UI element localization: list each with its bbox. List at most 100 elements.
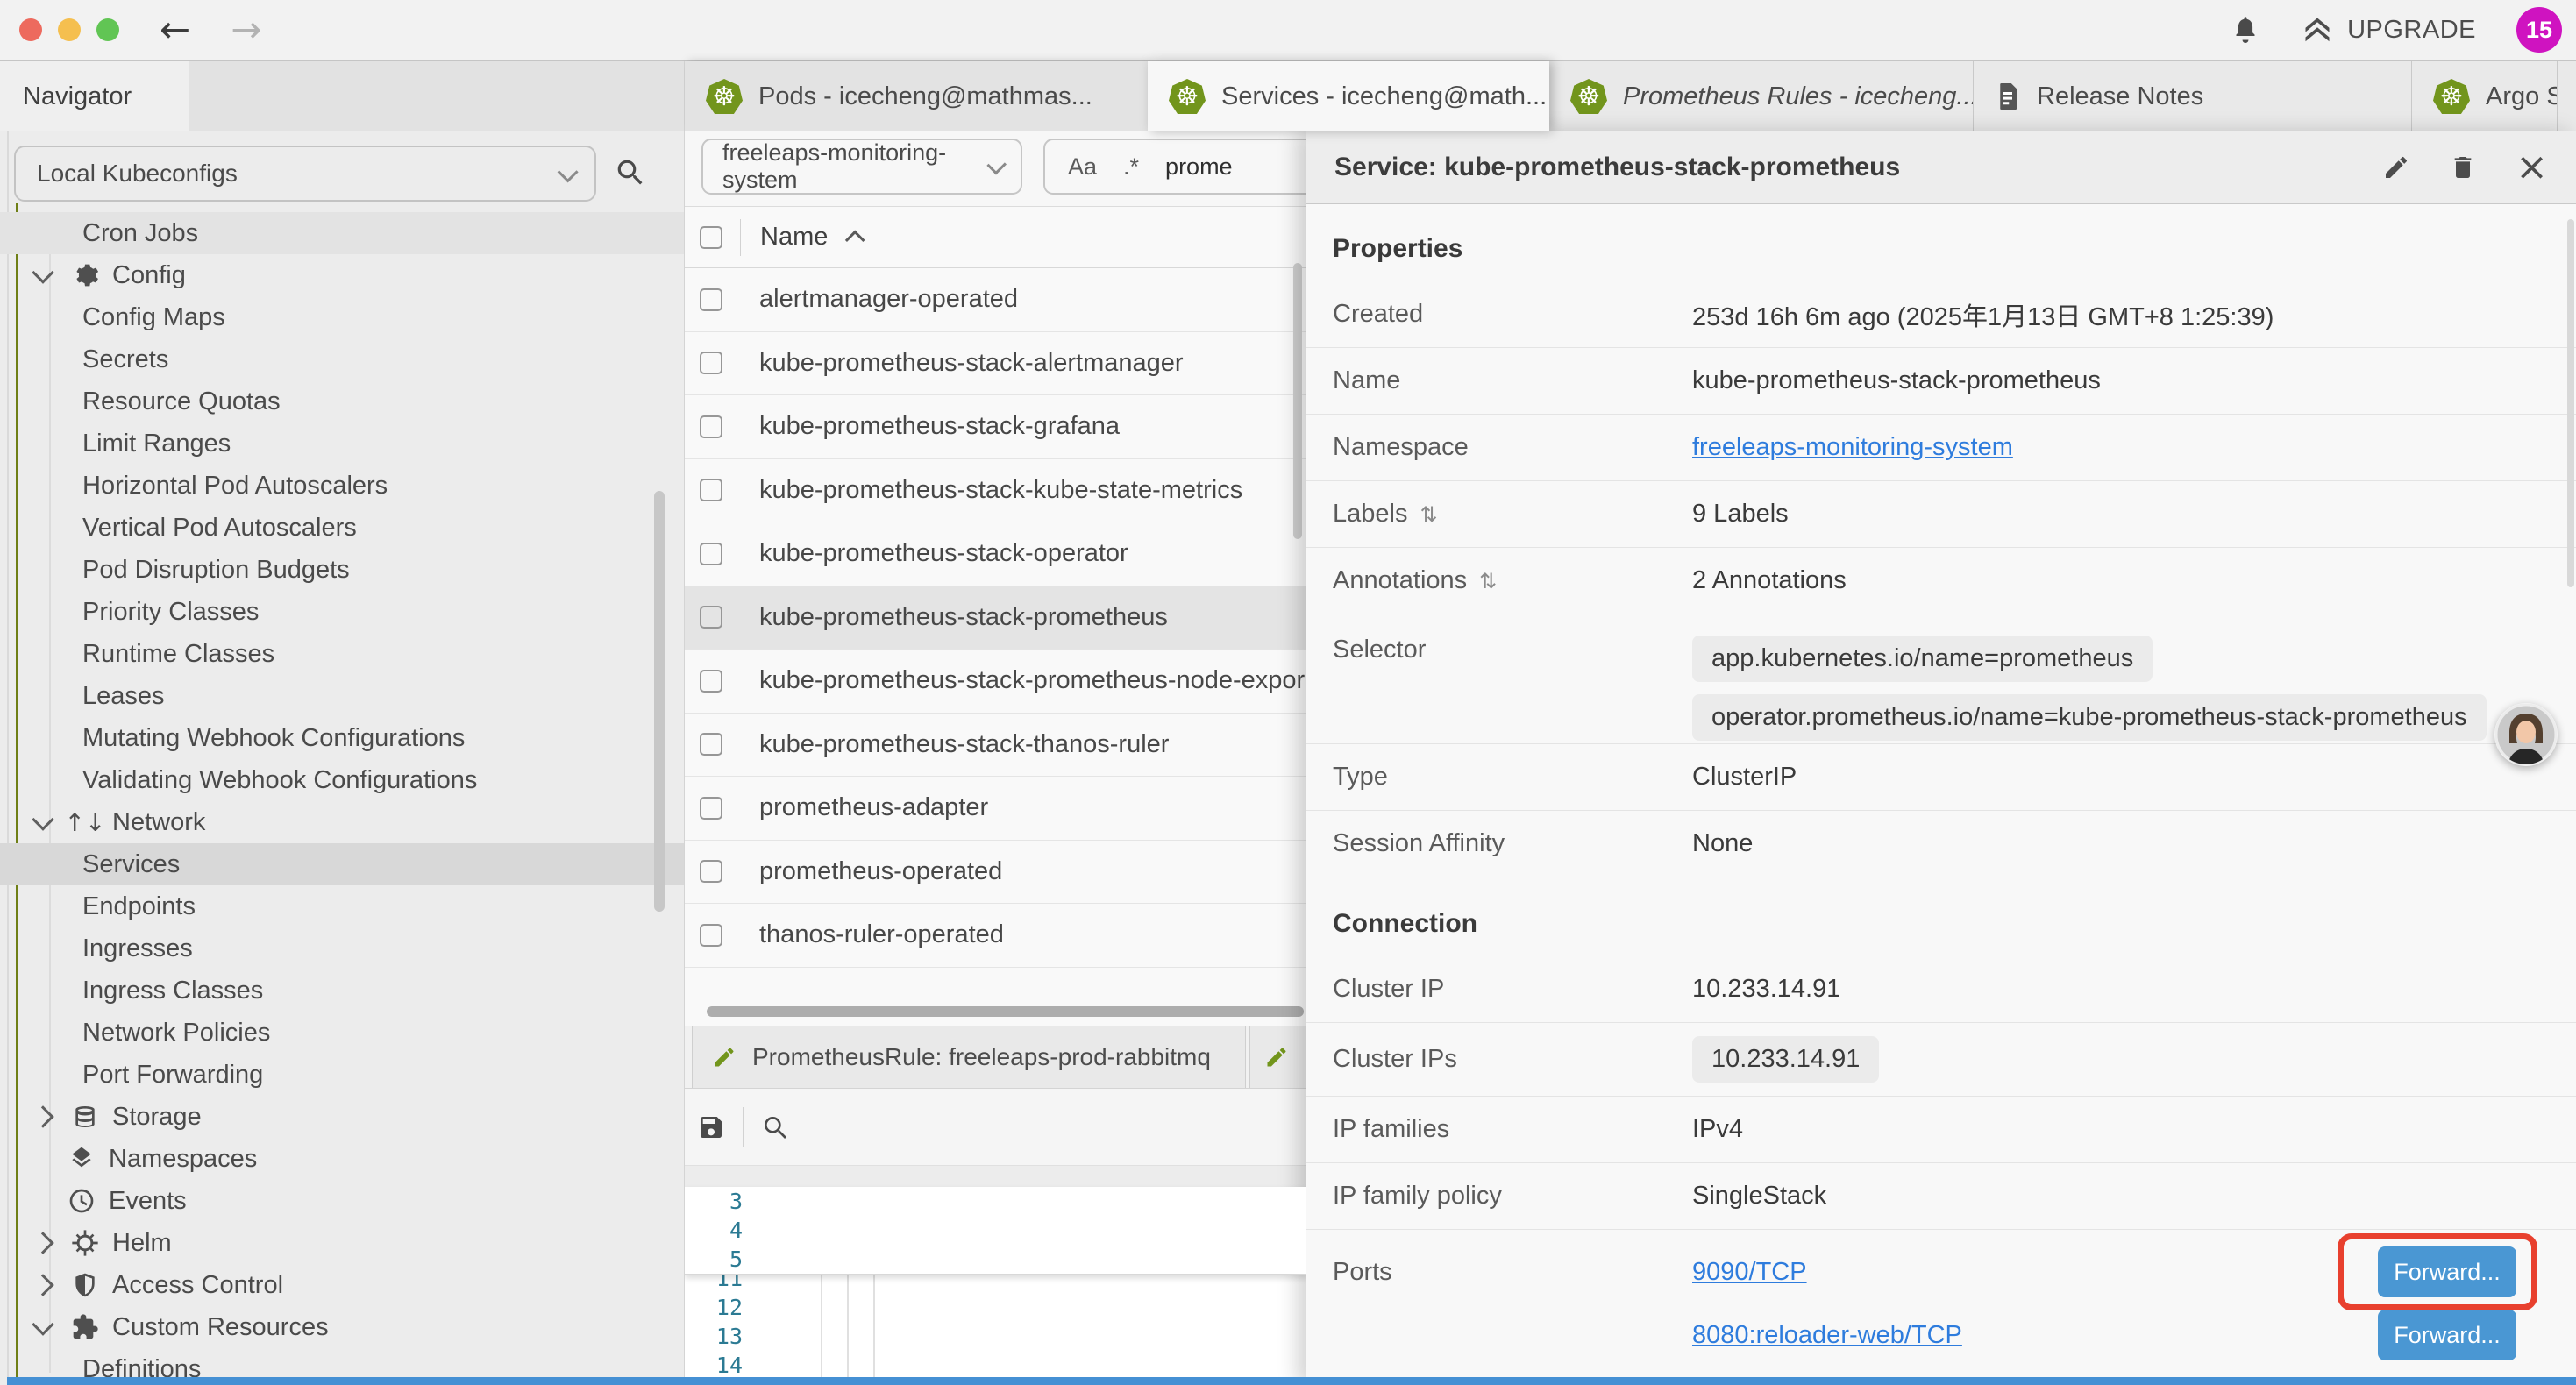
row-checkbox[interactable] (700, 416, 722, 438)
table-row[interactable]: prometheus-adapter (685, 777, 1306, 841)
chevron-down-icon[interactable] (32, 1313, 53, 1335)
sidebar-item-cron-jobs[interactable]: Cron Jobs (0, 212, 684, 254)
sidebar-item-priority-classes[interactable]: Priority Classes (0, 591, 684, 633)
sidebar-item-secrets[interactable]: Secrets (0, 338, 684, 380)
sidebar-item-helm[interactable]: Helm (0, 1222, 684, 1264)
sidebar-item-storage[interactable]: Storage (0, 1096, 684, 1138)
delete-trash-icon[interactable] (2449, 153, 2477, 181)
tab-argo[interactable]: ☸Argo Se (2412, 61, 2558, 131)
sidebar-item-leases[interactable]: Leases (0, 675, 684, 717)
row-checkbox[interactable] (700, 860, 722, 883)
sidebar-item-mutating-webhook-configurations[interactable]: Mutating Webhook Configurations (0, 717, 684, 759)
port-link[interactable]: 8080:reloader-web/TCP (1692, 1321, 1962, 1350)
dock-tab-prometheusrule[interactable]: PrometheusRule: freeleaps-prod-rabbitmq (692, 1026, 1246, 1088)
sidebar-item-runtime-classes[interactable]: Runtime Classes (0, 633, 684, 675)
expand-toggle-icon[interactable]: ⇅ (1420, 502, 1437, 527)
row-checkbox[interactable] (700, 543, 722, 565)
sort-ascending-icon[interactable] (845, 230, 865, 250)
tab-release[interactable]: Release Notes (1974, 61, 2412, 131)
namespace-link[interactable]: freeleaps-monitoring-system (1692, 433, 2013, 462)
sidebar-item-network-policies[interactable]: Network Policies (0, 1012, 684, 1054)
table-row[interactable]: kube-prometheus-stack-prometheus (685, 586, 1306, 650)
detail-scrollbar[interactable] (2567, 219, 2574, 587)
row-checkbox[interactable] (700, 606, 722, 629)
table-row[interactable]: alertmanager-operated (685, 268, 1306, 332)
chevron-right-icon[interactable] (32, 1232, 53, 1254)
row-checkbox[interactable] (700, 352, 722, 374)
tab-close-icon[interactable]: × (1547, 80, 1549, 114)
sidebar-item-vertical-pod-autoscalers[interactable]: Vertical Pod Autoscalers (0, 507, 684, 549)
sidebar-search-icon[interactable] (614, 156, 647, 189)
row-checkbox[interactable] (700, 670, 722, 692)
minimize-window-button[interactable] (58, 18, 81, 41)
tab-services[interactable]: ☸Services - icecheng@math...× (1148, 61, 1549, 131)
row-checkbox[interactable] (700, 288, 722, 311)
sidebar-item-validating-webhook-configurations[interactable]: Validating Webhook Configurations (0, 759, 684, 801)
dock-tab-next[interactable] (1249, 1026, 1306, 1088)
select-all-checkbox[interactable] (700, 226, 722, 249)
editor-search-icon[interactable] (761, 1113, 789, 1141)
sidebar-item-ingress-classes[interactable]: Ingress Classes (0, 970, 684, 1012)
forward-button[interactable]: Forward... (2378, 1310, 2516, 1360)
sidebar-item-config-maps[interactable]: Config Maps (0, 296, 684, 338)
sidebar-item-endpoints[interactable]: Endpoints (0, 885, 684, 927)
regex-toggle[interactable]: .* (1123, 153, 1139, 181)
traffic-lights (19, 18, 119, 41)
row-checkbox[interactable] (700, 797, 722, 820)
row-checkbox[interactable] (700, 479, 722, 501)
chevron-right-icon[interactable] (32, 1105, 53, 1127)
expand-toggle-icon[interactable]: ⇅ (1479, 569, 1497, 593)
sidebar-item-resource-quotas[interactable]: Resource Quotas (0, 380, 684, 423)
upgrade-button[interactable]: UPGRADE (2302, 14, 2476, 46)
sidebar-item-pod-disruption-budgets[interactable]: Pod Disruption Budgets (0, 549, 684, 591)
name-column-header[interactable]: Name (760, 223, 828, 252)
port-link[interactable]: 9090/TCP (1692, 1258, 1807, 1287)
sidebar-item-events[interactable]: Events (0, 1180, 684, 1222)
sidebar-item-network[interactable]: ↑↓Network (0, 801, 684, 843)
chevron-right-icon[interactable] (32, 1274, 53, 1296)
sidebar-item-access-control[interactable]: Access Control (0, 1264, 684, 1306)
close-window-button[interactable] (19, 18, 42, 41)
kubeconfig-select[interactable]: Local Kubeconfigs (14, 146, 596, 202)
table-row[interactable]: kube-prometheus-stack-alertmanager (685, 332, 1306, 396)
sidebar-item-port-forwarding[interactable]: Port Forwarding (0, 1054, 684, 1096)
tab-pods[interactable]: ☸Pods - icecheng@mathmas... (685, 61, 1148, 131)
forward-arrow-icon[interactable]: → (231, 0, 261, 60)
sidebar-item-limit-ranges[interactable]: Limit Ranges (0, 423, 684, 465)
sidebar-item-horizontal-pod-autoscalers[interactable]: Horizontal Pod Autoscalers (0, 465, 684, 507)
yaml-editor[interactable]: 11121314 345 (685, 1187, 1306, 1385)
row-checkbox[interactable] (700, 924, 722, 947)
table-row[interactable]: prometheus-operated (685, 841, 1306, 905)
table-horizontal-scrollbar[interactable] (707, 1006, 1304, 1017)
table-row[interactable]: kube-prometheus-stack-operator (685, 522, 1306, 586)
close-icon[interactable]: × (2516, 150, 2548, 185)
namespace-select[interactable]: freeleaps-monitoring-system (701, 138, 1022, 195)
notification-count-badge[interactable]: 15 (2516, 7, 2562, 53)
back-arrow-icon[interactable]: ← (160, 0, 190, 60)
row-checkbox[interactable] (700, 733, 722, 756)
forward-button[interactable]: Forward... (2378, 1246, 2516, 1297)
sidebar-item-custom-resources[interactable]: Custom Resources (0, 1306, 684, 1348)
navigator-tab[interactable]: Navigator (0, 61, 189, 131)
search-input[interactable]: Aa .* prome (1043, 138, 1306, 195)
table-vertical-scrollbar[interactable] (1293, 263, 1302, 539)
table-row[interactable]: kube-prometheus-stack-prometheus-node-ex… (685, 650, 1306, 714)
table-row[interactable]: thanos-ruler-operated (685, 904, 1306, 968)
sidebar-item-config[interactable]: Config (0, 254, 684, 296)
chevron-down-icon[interactable] (32, 261, 53, 283)
match-case-toggle[interactable]: Aa (1068, 153, 1097, 181)
maximize-window-button[interactable] (96, 18, 119, 41)
bell-icon[interactable] (2230, 14, 2261, 46)
sidebar-item-namespaces[interactable]: Namespaces (0, 1138, 684, 1180)
tab-prometheus[interactable]: ☸Prometheus Rules - icecheng... (1549, 61, 1974, 131)
save-icon[interactable] (697, 1113, 725, 1141)
table-row[interactable]: kube-prometheus-stack-thanos-ruler (685, 714, 1306, 778)
sidebar-item-services[interactable]: Services (0, 843, 684, 885)
sidebar-scrollbar[interactable] (654, 491, 665, 912)
edit-pencil-icon[interactable] (2382, 153, 2410, 181)
assistant-avatar[interactable] (2494, 703, 2558, 766)
sidebar-item-ingresses[interactable]: Ingresses (0, 927, 684, 970)
table-row[interactable]: kube-prometheus-stack-grafana (685, 395, 1306, 459)
chevron-down-icon[interactable] (32, 808, 53, 830)
table-row[interactable]: kube-prometheus-stack-kube-state-metrics (685, 459, 1306, 523)
